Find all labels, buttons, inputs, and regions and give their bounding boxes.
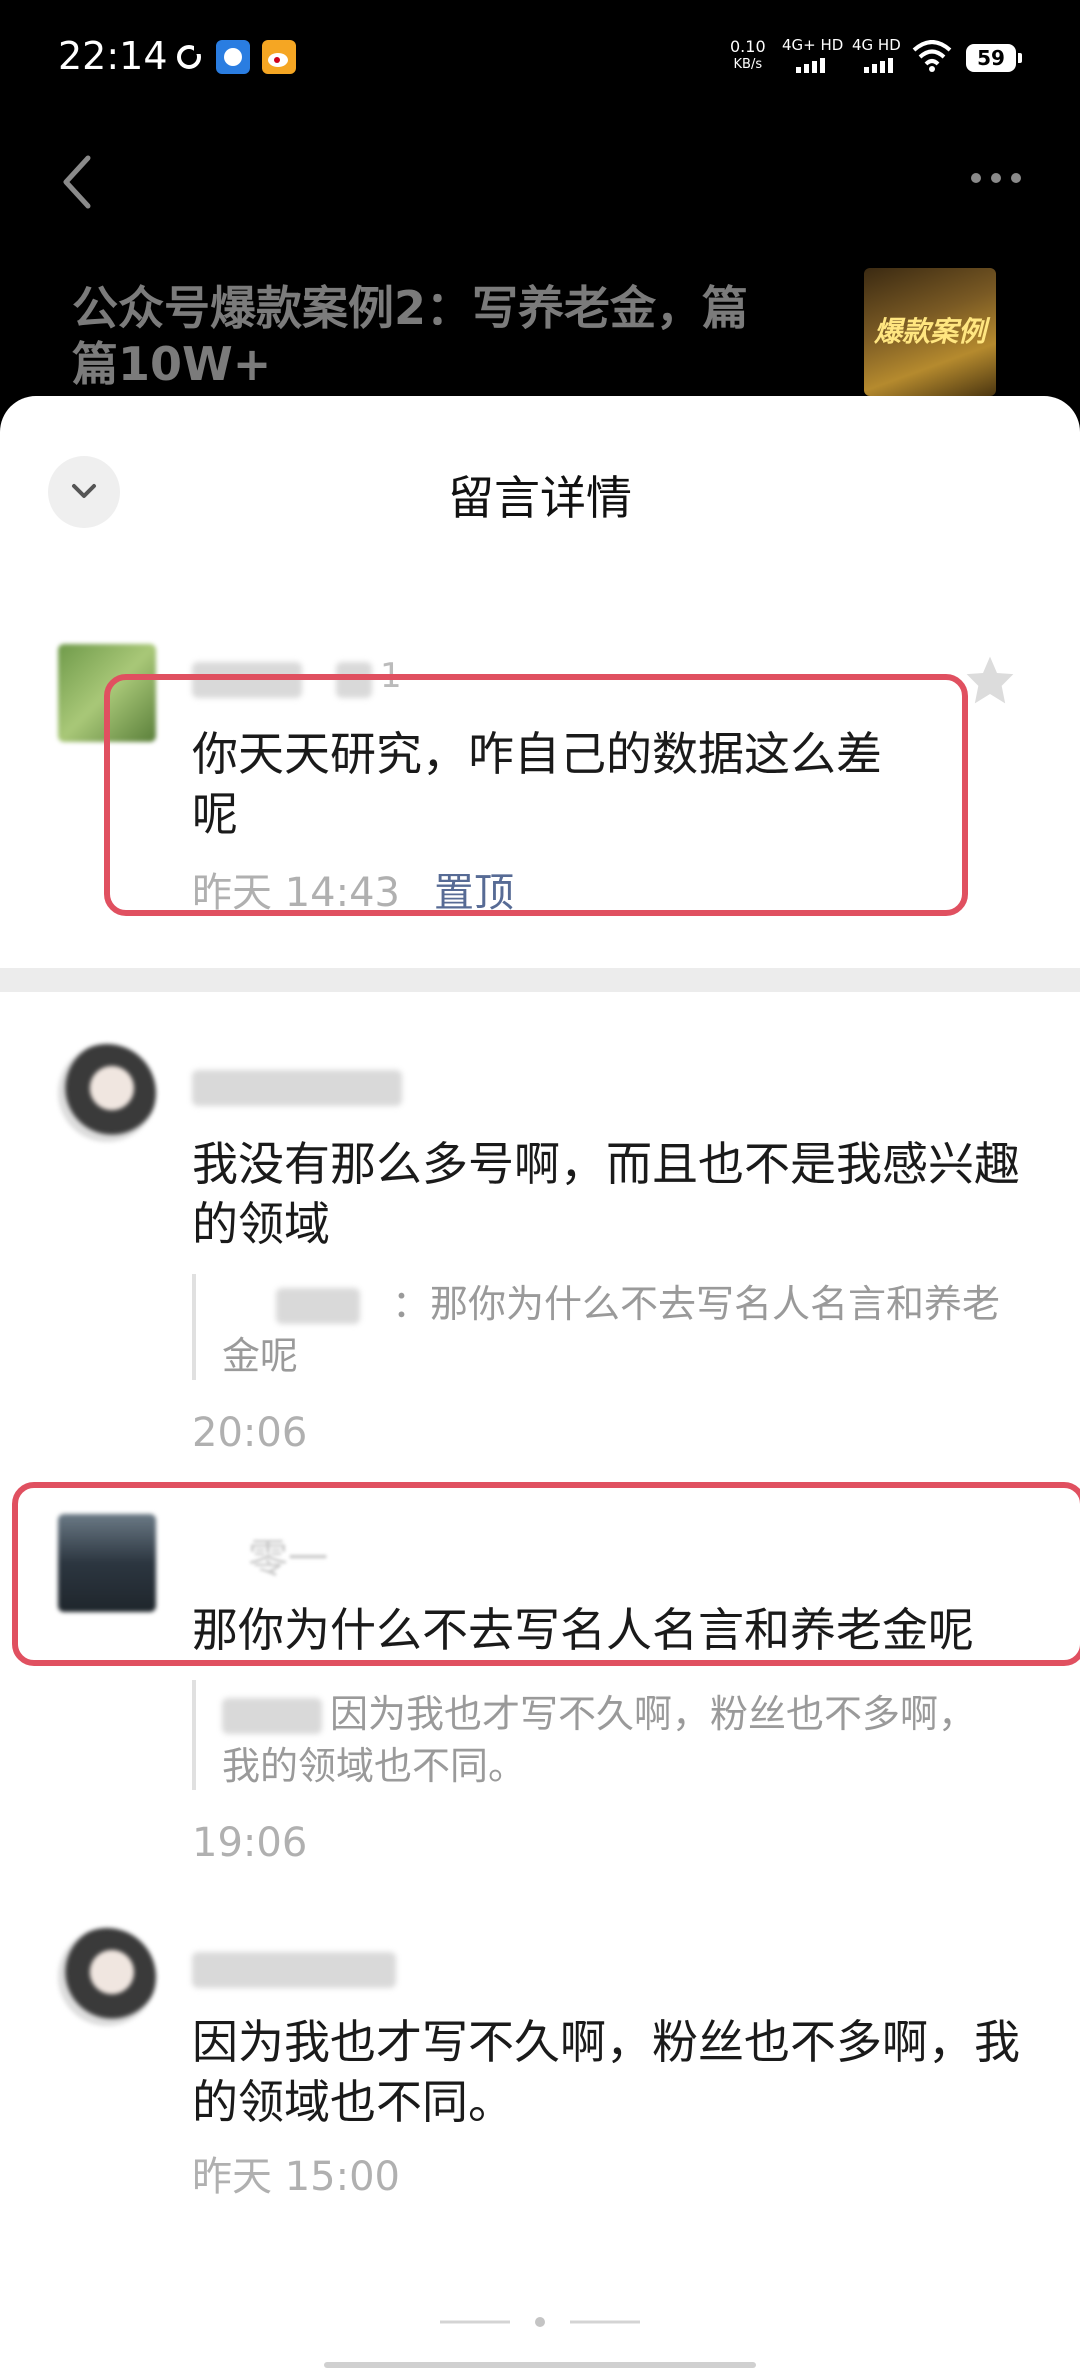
- net-speed: 0.10 KB/s: [730, 38, 766, 74]
- back-arrow-icon[interactable]: [58, 152, 94, 212]
- status-time: 22:14: [58, 34, 168, 78]
- quoted-text: 因为我也才写不久啊，粉丝也不多啊，我的领域也不同。: [222, 1692, 977, 1788]
- comment-time: 昨天 15:00: [192, 2154, 400, 2200]
- wifi-icon: [912, 40, 952, 72]
- status-bar: 22:14 0.10 KB/s 4G+ HD 4G HD 59: [0, 0, 1080, 120]
- quoted-text: ：那你为什么不去写名人名言和养老金呢: [222, 1282, 1001, 1378]
- battery-indicator: 59: [966, 44, 1022, 72]
- star-icon[interactable]: [962, 652, 1018, 708]
- highlight-box: [104, 674, 968, 916]
- comment-text: 我没有那么多号啊，而且也不是我感兴趣的领域: [192, 1137, 1020, 1251]
- sheet-title: 留言详情: [448, 471, 632, 525]
- quote-bar: [192, 1680, 196, 1790]
- collapse-button[interactable]: [48, 456, 120, 528]
- signal2-label: 4G HD: [852, 36, 901, 54]
- net-speed-value: 0.10: [730, 37, 766, 56]
- comment-text: 因为我也才写不久啊，粉丝也不多啊，我的领域也不同。: [192, 2015, 1020, 2129]
- quote-bar: [192, 1274, 196, 1380]
- net-speed-unit: KB/s: [733, 57, 763, 72]
- app-icon: [216, 40, 250, 74]
- signal1-label: 4G+ HD: [782, 36, 844, 54]
- article-thumbnail[interactable]: 爆款案例: [864, 268, 996, 396]
- article-title[interactable]: 公众号爆款案例2：写养老金，篇篇10W+: [72, 280, 792, 392]
- home-indicator[interactable]: [324, 2362, 756, 2368]
- weibo-icon: [262, 40, 296, 74]
- more-options-icon[interactable]: [968, 170, 1024, 186]
- comment-time: 19:06: [192, 1820, 308, 1866]
- avatar[interactable]: [58, 1928, 156, 2026]
- page-indicator: [440, 2317, 640, 2327]
- signal2-bars-icon: [864, 58, 893, 73]
- sync-icon: [177, 44, 204, 69]
- section-divider: [0, 968, 1080, 992]
- chevron-down-icon: [72, 484, 96, 498]
- commenter-name-blurred: [192, 1952, 396, 1988]
- avatar[interactable]: [58, 1044, 156, 1142]
- highlight-box: [12, 1482, 1080, 1666]
- comment-time: 20:06: [192, 1410, 308, 1456]
- article-thumbnail-text: 爆款案例: [873, 315, 986, 348]
- signal1-bars-icon: [796, 58, 825, 73]
- commenter-name-blurred: [192, 1070, 402, 1106]
